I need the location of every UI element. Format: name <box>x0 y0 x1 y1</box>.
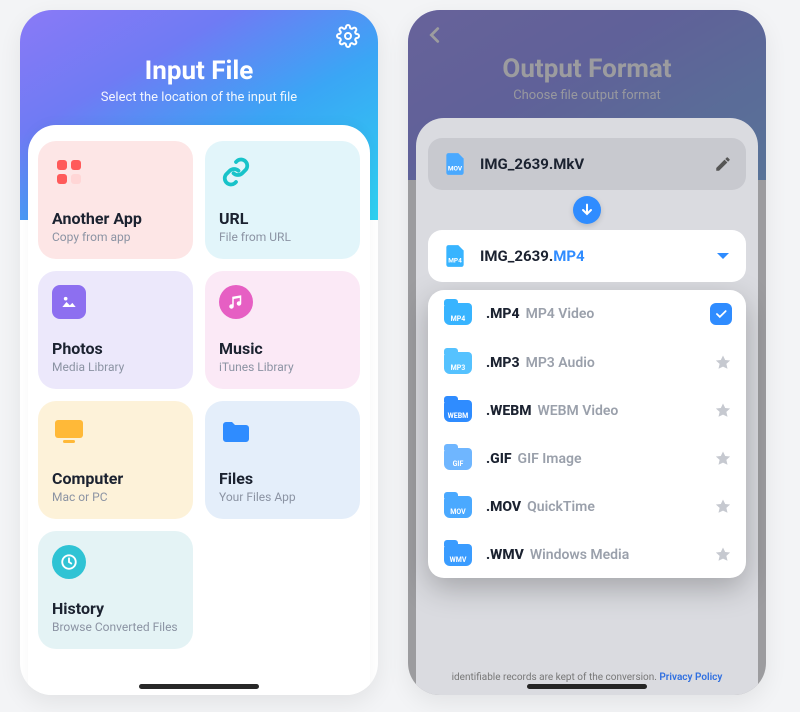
format-desc: GIF Image <box>518 451 582 467</box>
source-history[interactable]: History Browse Converted Files <box>38 531 193 649</box>
format-desc: QuickTime <box>527 499 595 515</box>
tile-sub: iTunes Library <box>219 360 346 374</box>
source-music[interactable]: Music iTunes Library <box>205 271 360 389</box>
file-gif-icon: GIF <box>444 448 472 470</box>
arrow-down-icon <box>573 196 601 224</box>
edit-icon[interactable] <box>714 155 732 173</box>
tile-sub: Browse Converted Files <box>52 620 179 634</box>
star-icon[interactable] <box>714 402 732 420</box>
target-file-base: IMG_2639. <box>480 247 553 265</box>
file-mov-icon: MOV <box>444 496 472 518</box>
home-indicator[interactable] <box>139 684 259 689</box>
tile-sub: Copy from app <box>52 230 179 244</box>
format-ext: .WMV <box>486 547 524 563</box>
apps-icon <box>52 155 86 189</box>
tile-title: Music <box>219 339 346 358</box>
svg-text:MOV: MOV <box>448 165 463 173</box>
privacy-link[interactable]: Privacy Policy <box>659 672 722 683</box>
format-desc: Windows Media <box>530 547 629 563</box>
svg-text:MP4: MP4 <box>448 257 462 265</box>
screen-input-file: Input File Select the location of the in… <box>20 10 378 695</box>
page-subtitle: Select the location of the input file <box>20 90 378 105</box>
page-title: Input File <box>20 10 378 86</box>
file-mp4-icon: MP4 <box>442 243 468 269</box>
target-file-row[interactable]: MP4 IMG_2639.MP4 <box>428 230 746 282</box>
tile-title: Photos <box>52 339 179 358</box>
star-icon[interactable] <box>714 354 732 372</box>
source-sheet: Another App Copy from app URL File from … <box>28 125 370 695</box>
file-mov-icon: MOV <box>442 151 468 177</box>
source-file-row[interactable]: MOV IMG_2639.MkV <box>428 138 746 190</box>
tile-sub: File from URL <box>219 230 346 244</box>
clock-icon <box>52 545 86 579</box>
music-icon <box>219 285 253 319</box>
home-indicator[interactable] <box>527 684 647 689</box>
tile-sub: Your Files App <box>219 490 346 504</box>
format-option-wmv[interactable]: WMV .WMV Windows Media <box>428 530 746 578</box>
file-mp3-icon: MP3 <box>444 352 472 374</box>
format-option-webm[interactable]: WEBM .WEBM WEBM Video <box>428 386 746 434</box>
format-ext: .WEBM <box>486 403 531 419</box>
file-wmv-icon: WMV <box>444 544 472 566</box>
footer-note: identifiable records are kept of the con… <box>452 672 660 683</box>
format-option-mp4[interactable]: MP4 .MP4 MP4 Video <box>428 290 746 338</box>
tile-sub: Mac or PC <box>52 490 179 504</box>
chevron-down-icon[interactable] <box>714 247 732 265</box>
source-url[interactable]: URL File from URL <box>205 141 360 259</box>
format-ext: .GIF <box>486 451 512 467</box>
star-icon[interactable] <box>714 546 732 564</box>
format-ext: .MOV <box>486 499 521 515</box>
check-icon <box>710 303 732 325</box>
file-mp4-icon: MP4 <box>444 303 472 325</box>
star-icon[interactable] <box>714 498 732 516</box>
convert-arrow <box>428 196 746 224</box>
source-another-app[interactable]: Another App Copy from app <box>38 141 193 259</box>
link-icon <box>219 155 253 189</box>
screen-output-format: Output Format Choose file output format … <box>408 10 766 695</box>
tile-title: Computer <box>52 469 179 488</box>
settings-button[interactable] <box>336 24 360 48</box>
format-option-mov[interactable]: MOV .MOV QuickTime <box>428 482 746 530</box>
source-computer[interactable]: Computer Mac or PC <box>38 401 193 519</box>
format-option-mp3[interactable]: MP3 .MP3 MP3 Audio <box>428 338 746 386</box>
format-option-gif[interactable]: GIF .GIF GIF Image <box>428 434 746 482</box>
target-file-ext: MP4 <box>553 247 584 265</box>
computer-icon <box>52 415 86 449</box>
source-files[interactable]: Files Your Files App <box>205 401 360 519</box>
photo-icon <box>52 285 86 319</box>
tile-title: Files <box>219 469 346 488</box>
footer-text: identifiable records are kept of the con… <box>416 672 758 683</box>
format-ext: .MP3 <box>486 355 520 371</box>
format-sheet: MOV IMG_2639.MkV MP4 IMG_2639.MP4 <box>416 118 758 695</box>
tile-title: History <box>52 599 179 618</box>
format-ext: .MP4 <box>486 306 520 322</box>
tile-title: Another App <box>52 209 179 228</box>
tile-title: URL <box>219 209 346 228</box>
format-dropdown: MP4 .MP4 MP4 Video MP3 .MP3 MP3 Audio WEBM .WEB… <box>428 290 746 578</box>
source-file-name: IMG_2639.MkV <box>480 155 584 173</box>
folder-icon <box>219 415 253 449</box>
target-file-name: IMG_2639.MP4 <box>480 247 585 265</box>
format-desc: MP3 Audio <box>526 355 595 371</box>
source-photos[interactable]: Photos Media Library <box>38 271 193 389</box>
file-webm-icon: WEBM <box>444 400 472 422</box>
format-desc: WEBM Video <box>537 403 618 419</box>
tile-sub: Media Library <box>52 360 179 374</box>
star-icon[interactable] <box>714 450 732 468</box>
format-desc: MP4 Video <box>526 306 595 322</box>
